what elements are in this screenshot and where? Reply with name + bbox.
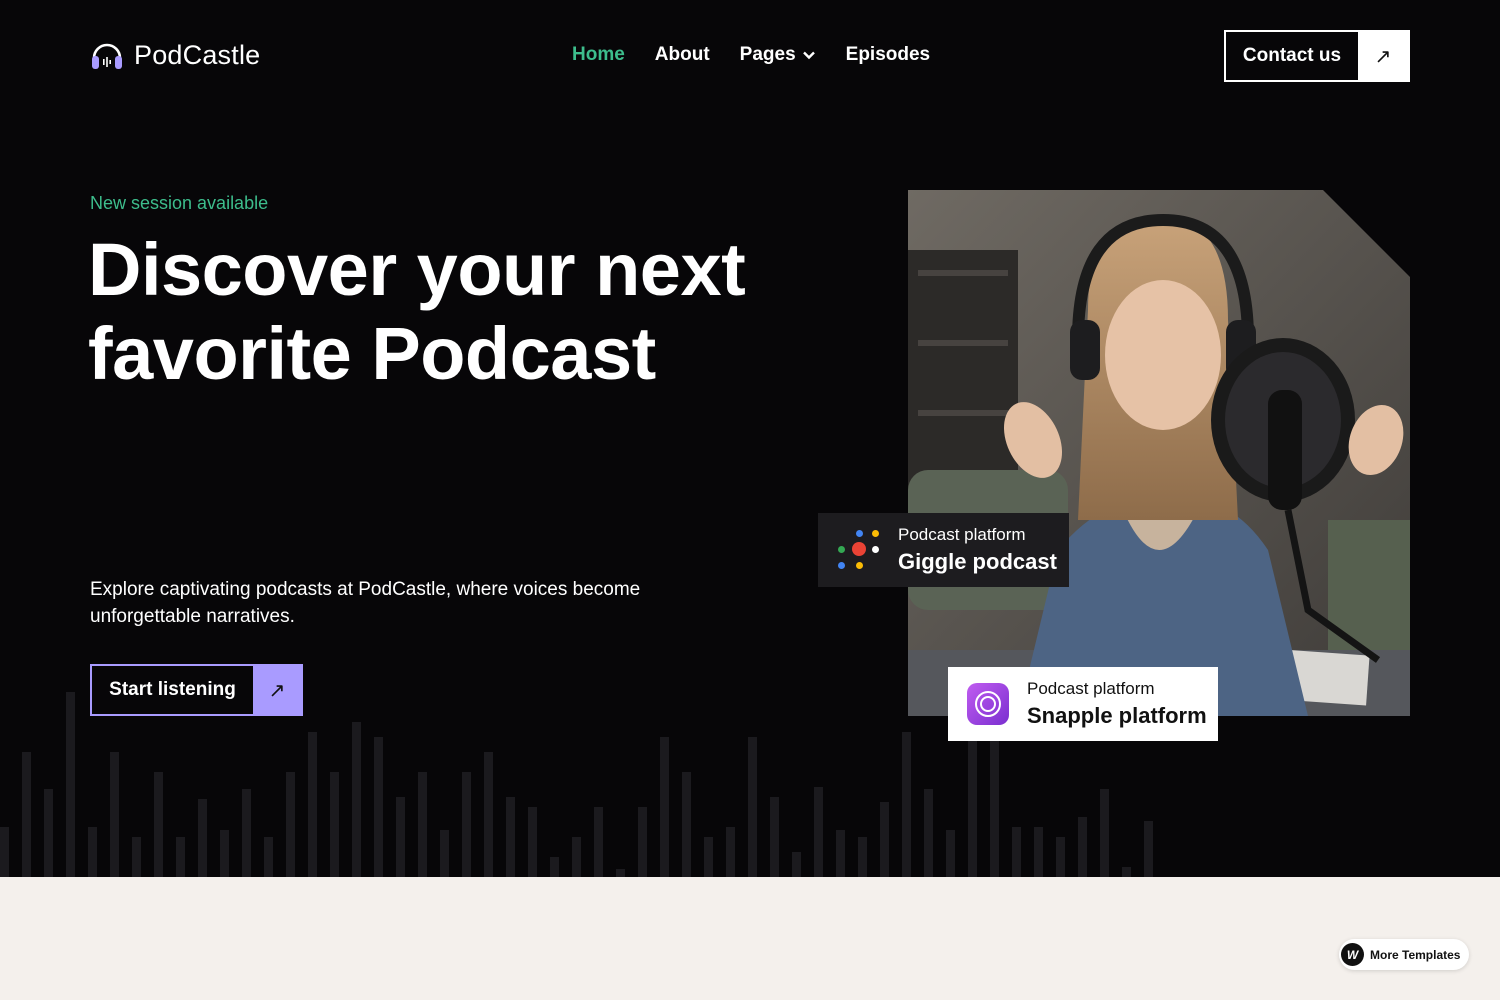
hero-description: Explore captivating podcasts at PodCastl… — [90, 579, 641, 627]
nav-item-pages-label: Pages — [739, 44, 796, 65]
waveform-bar — [176, 837, 185, 877]
waveform-bar — [1034, 827, 1043, 877]
waveform-bar — [748, 737, 757, 877]
waveform-bar — [880, 802, 889, 877]
waveform-bar — [792, 852, 801, 877]
waveform-bar — [198, 799, 207, 877]
more-templates-label: More Templates — [1370, 947, 1461, 962]
waveform-bar — [308, 732, 317, 877]
waveform-bar — [946, 830, 955, 877]
nav-item-home[interactable]: Home — [572, 44, 625, 66]
waveform-bar — [550, 857, 559, 877]
waveform-bar — [132, 837, 141, 877]
google-podcasts-dots-icon — [818, 513, 898, 587]
waveform-bar — [968, 730, 977, 877]
waveform-bar — [110, 752, 119, 877]
platform-card-title: Snapple platform — [1027, 703, 1207, 728]
main-nav: Home About Pages Episodes — [572, 44, 930, 66]
podcaster-photo — [908, 190, 1410, 716]
waveform-bar — [22, 752, 31, 877]
hero-eyebrow: New session available — [90, 193, 269, 213]
nav-item-pages[interactable]: Pages — [740, 44, 816, 66]
waveform-bar — [638, 807, 647, 877]
waveform-bar — [220, 830, 229, 877]
waveform-bar — [286, 772, 295, 877]
waveform-bar — [594, 807, 603, 877]
waveform-bar — [154, 772, 163, 877]
nav-item-episodes[interactable]: Episodes — [846, 44, 930, 66]
waveform-bar — [660, 737, 669, 877]
waveform-bar — [902, 732, 911, 877]
hero-headline-line2: favorite Podcast — [88, 312, 656, 395]
more-templates-badge[interactable]: W More Templates — [1339, 939, 1469, 970]
waveform-bar — [528, 807, 537, 877]
waveform-bar — [704, 837, 713, 877]
waveform-bar — [462, 772, 471, 877]
platform-card-snapple[interactable]: Podcast platform Snapple platform — [948, 667, 1218, 741]
waveform-bar — [0, 827, 9, 877]
webflow-icon: W — [1341, 943, 1364, 966]
hero-section: PodCastle Home About Pages Episodes Cont… — [0, 0, 1500, 877]
waveform-bar — [484, 752, 493, 877]
waveform-bar — [440, 830, 449, 877]
waveform-bar — [1122, 867, 1131, 877]
nav-item-about[interactable]: About — [655, 44, 710, 66]
hero-headline: Discover your next favorite Podcast — [88, 228, 808, 396]
chevron-down-icon — [802, 51, 815, 60]
waveform-bar — [242, 789, 251, 877]
contact-button-label: Contact us — [1226, 32, 1358, 80]
waveform-bar — [374, 737, 383, 877]
brand-name: PodCastle — [134, 39, 261, 70]
waveform-bar — [506, 797, 515, 877]
brand-logo[interactable]: PodCastle — [90, 38, 260, 72]
platform-card-text: Podcast platform Giggle podcast — [898, 525, 1057, 575]
waveform-bar — [352, 722, 361, 877]
waveform-bar — [616, 869, 625, 877]
waveform-bar — [396, 797, 405, 877]
platform-card-caption: Podcast platform — [898, 525, 1026, 544]
waveform-bar — [770, 797, 779, 877]
waveform-bar — [66, 692, 75, 877]
headphones-icon — [92, 43, 122, 69]
apple-podcasts-icon — [967, 683, 1009, 725]
waveform-bar — [814, 787, 823, 877]
waveform-bar — [88, 827, 97, 877]
waveform-bar — [726, 827, 735, 877]
platform-card-title: Giggle podcast — [898, 549, 1057, 574]
arrow-up-right-icon: ↗ — [253, 666, 301, 714]
waveform-bar — [418, 772, 427, 877]
platform-card-caption: Podcast platform — [1027, 679, 1155, 698]
waveform-bar — [682, 772, 691, 877]
waveform-bar — [1144, 821, 1153, 877]
platform-card-text: Podcast platform Snapple platform — [1027, 679, 1207, 729]
waveform-bar — [924, 789, 933, 877]
waveform-bar — [1012, 827, 1021, 877]
waveform-bar — [1078, 817, 1087, 877]
waveform-bar — [264, 837, 273, 877]
waveform-bar — [330, 772, 339, 877]
hero-headline-line1: Discover your next — [88, 228, 746, 311]
platform-card-giggle[interactable]: Podcast platform Giggle podcast — [818, 513, 1069, 587]
waveform-bar — [836, 830, 845, 877]
waveform-bar — [44, 789, 53, 877]
contact-button[interactable]: Contact us ↗ — [1224, 30, 1410, 82]
arrow-up-right-icon: ↗ — [1358, 32, 1408, 80]
waveform-bar — [1100, 789, 1109, 877]
start-listening-label: Start listening — [92, 666, 253, 714]
waveform-bar — [858, 837, 867, 877]
waveform-bar — [572, 837, 581, 877]
waveform-bar — [1056, 837, 1065, 877]
start-listening-button[interactable]: Start listening ↗ — [90, 664, 303, 716]
